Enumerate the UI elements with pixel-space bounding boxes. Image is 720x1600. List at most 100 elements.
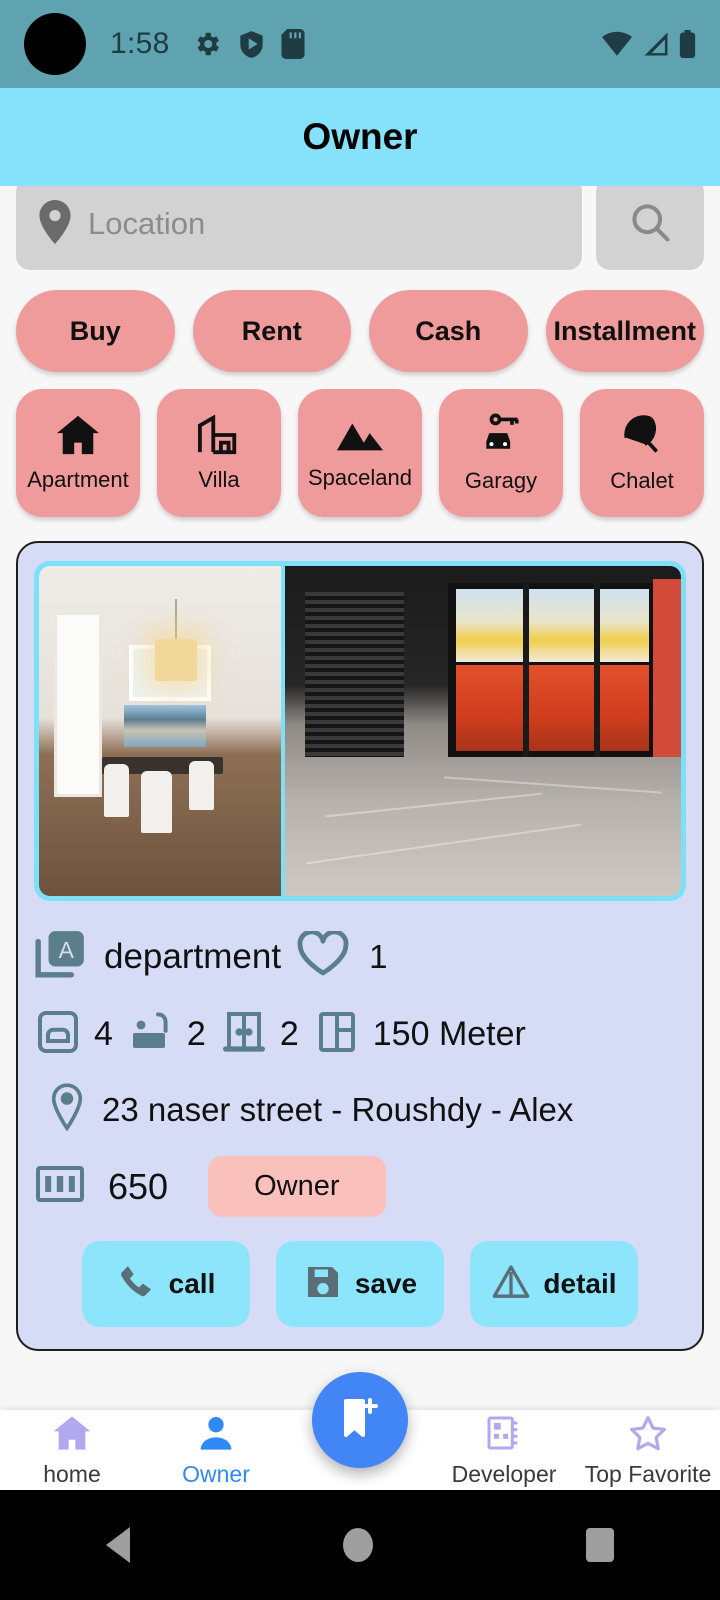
- gear-icon: [192, 29, 222, 59]
- listing-actions: call save detail: [34, 1241, 686, 1327]
- category-label: Villa: [198, 466, 240, 492]
- android-recents-button[interactable]: [585, 1528, 614, 1562]
- heart-icon[interactable]: [297, 929, 349, 982]
- address-pin-icon: [48, 1083, 86, 1136]
- area-icon: [313, 1008, 361, 1061]
- listing-title-row: A department 1: [34, 927, 686, 986]
- photo-decoration: [306, 823, 581, 865]
- chip-label: Buy: [69, 315, 121, 346]
- photo-decoration: [455, 665, 650, 751]
- photo-decoration: [305, 592, 405, 758]
- nav-item-developer[interactable]: Developer: [432, 1410, 576, 1487]
- spec-area: 150 Meter: [313, 1008, 526, 1061]
- listing-address: 23 naser street - Roushdy - Alex: [102, 1090, 574, 1128]
- photo-decoration: [325, 792, 543, 817]
- spec-bedrooms: 4: [34, 1008, 113, 1061]
- search-icon: [628, 200, 672, 249]
- category-garagy[interactable]: Garagy: [439, 389, 563, 517]
- filter-chip-installment[interactable]: Installment: [545, 290, 704, 372]
- spec-value: 150 Meter: [372, 1015, 526, 1053]
- bed-icon: [34, 1008, 82, 1061]
- spec-doors: 2: [220, 1008, 299, 1061]
- car-key-icon: [479, 413, 523, 462]
- category-chalet[interactable]: Chalet: [580, 389, 704, 517]
- cellular-signal-icon: [642, 31, 670, 57]
- property-type-badge-icon: A: [34, 927, 88, 986]
- photo-decoration: [189, 760, 214, 811]
- scrollable-content[interactable]: Location Buy Rent Cash Installment Apart…: [0, 186, 720, 1410]
- photo-decoration: [443, 776, 662, 794]
- spec-value: 4: [94, 1015, 113, 1053]
- property-gallery[interactable]: [34, 561, 686, 901]
- nav-item-top-favorite[interactable]: Top Favorite: [576, 1410, 720, 1487]
- category-spaceland[interactable]: Spaceland: [298, 389, 422, 517]
- chip-label: Rent: [241, 315, 302, 346]
- category-villa[interactable]: Villa: [157, 389, 281, 517]
- spec-value: 2: [186, 1015, 206, 1053]
- phone-screen: 1:58 Owner Location Buy Rent Cash Instal…: [0, 0, 720, 1600]
- location-search-field[interactable]: Location: [16, 186, 582, 270]
- photo-decoration: [593, 582, 600, 758]
- bathtub-icon: [127, 1008, 175, 1061]
- property-photo-1[interactable]: [39, 566, 282, 896]
- sd-card-icon: [281, 29, 305, 59]
- phone-icon: [117, 1262, 157, 1307]
- android-back-button[interactable]: [106, 1527, 131, 1563]
- developer-book-icon: [484, 1414, 524, 1457]
- seller-type-badge: Owner: [208, 1156, 386, 1217]
- filter-chip-buy[interactable]: Buy: [16, 290, 175, 372]
- listing-title: department: [104, 936, 282, 976]
- action-label: call: [168, 1268, 216, 1299]
- app-bar: Owner: [0, 88, 720, 186]
- villa-building-icon: [196, 414, 242, 461]
- favorites-count: 1: [369, 937, 388, 975]
- triangle-detail-icon: [491, 1262, 531, 1307]
- category-label: Chalet: [610, 467, 674, 493]
- nav-label: Developer: [451, 1461, 557, 1487]
- photo-decoration: [53, 612, 103, 797]
- nav-label: Owner: [182, 1461, 250, 1487]
- listing-address-row: 23 naser street - Roushdy - Alex: [34, 1083, 686, 1136]
- nav-item-home[interactable]: home: [0, 1410, 144, 1487]
- wifi-icon: [601, 31, 633, 57]
- bookmark-add-icon: [336, 1394, 384, 1447]
- filter-chip-rent[interactable]: Rent: [192, 290, 351, 372]
- category-label: Apartment: [27, 466, 129, 492]
- status-bar: 1:58: [0, 0, 720, 88]
- play-protect-icon: [238, 30, 265, 59]
- category-apartment[interactable]: Apartment: [16, 389, 140, 517]
- person-icon: [196, 1414, 236, 1457]
- detail-button[interactable]: detail: [470, 1241, 638, 1327]
- photo-decoration: [455, 589, 650, 662]
- add-listing-fab[interactable]: [312, 1372, 408, 1468]
- floppy-disk-icon: [303, 1262, 343, 1307]
- call-button[interactable]: call: [82, 1241, 250, 1327]
- banknote-icon: [34, 1162, 86, 1211]
- mountains-icon: [335, 416, 385, 459]
- beach-umbrella-icon: [620, 413, 664, 462]
- action-label: detail: [543, 1268, 617, 1299]
- save-button[interactable]: save: [276, 1241, 444, 1327]
- camera-punch-hole: [24, 13, 86, 75]
- search-row: Location: [0, 186, 720, 270]
- category-label: Spaceland: [308, 464, 412, 490]
- spec-value: 2: [279, 1015, 299, 1053]
- home-icon: [52, 1414, 92, 1457]
- house-icon: [55, 414, 101, 461]
- filter-chip-cash[interactable]: Cash: [369, 290, 528, 372]
- property-photo-2[interactable]: [285, 566, 681, 896]
- photo-decoration: [140, 770, 173, 834]
- star-icon: [628, 1414, 668, 1457]
- status-time: 1:58: [110, 27, 170, 60]
- property-card[interactable]: A department 1 4 2 2 150 Meter 23 naser …: [16, 541, 704, 1351]
- category-row: Apartment Villa Spaceland Garagy Chalet: [0, 389, 720, 517]
- photo-decoration: [155, 638, 197, 682]
- chip-label: Cash: [415, 315, 482, 346]
- nav-item-owner[interactable]: Owner: [144, 1410, 288, 1487]
- photo-decoration: [653, 579, 681, 758]
- location-pin-icon: [38, 199, 72, 249]
- android-home-button[interactable]: [342, 1528, 373, 1562]
- search-button[interactable]: [596, 186, 704, 270]
- listing-price: 650: [108, 1165, 169, 1207]
- battery-icon: [679, 30, 696, 58]
